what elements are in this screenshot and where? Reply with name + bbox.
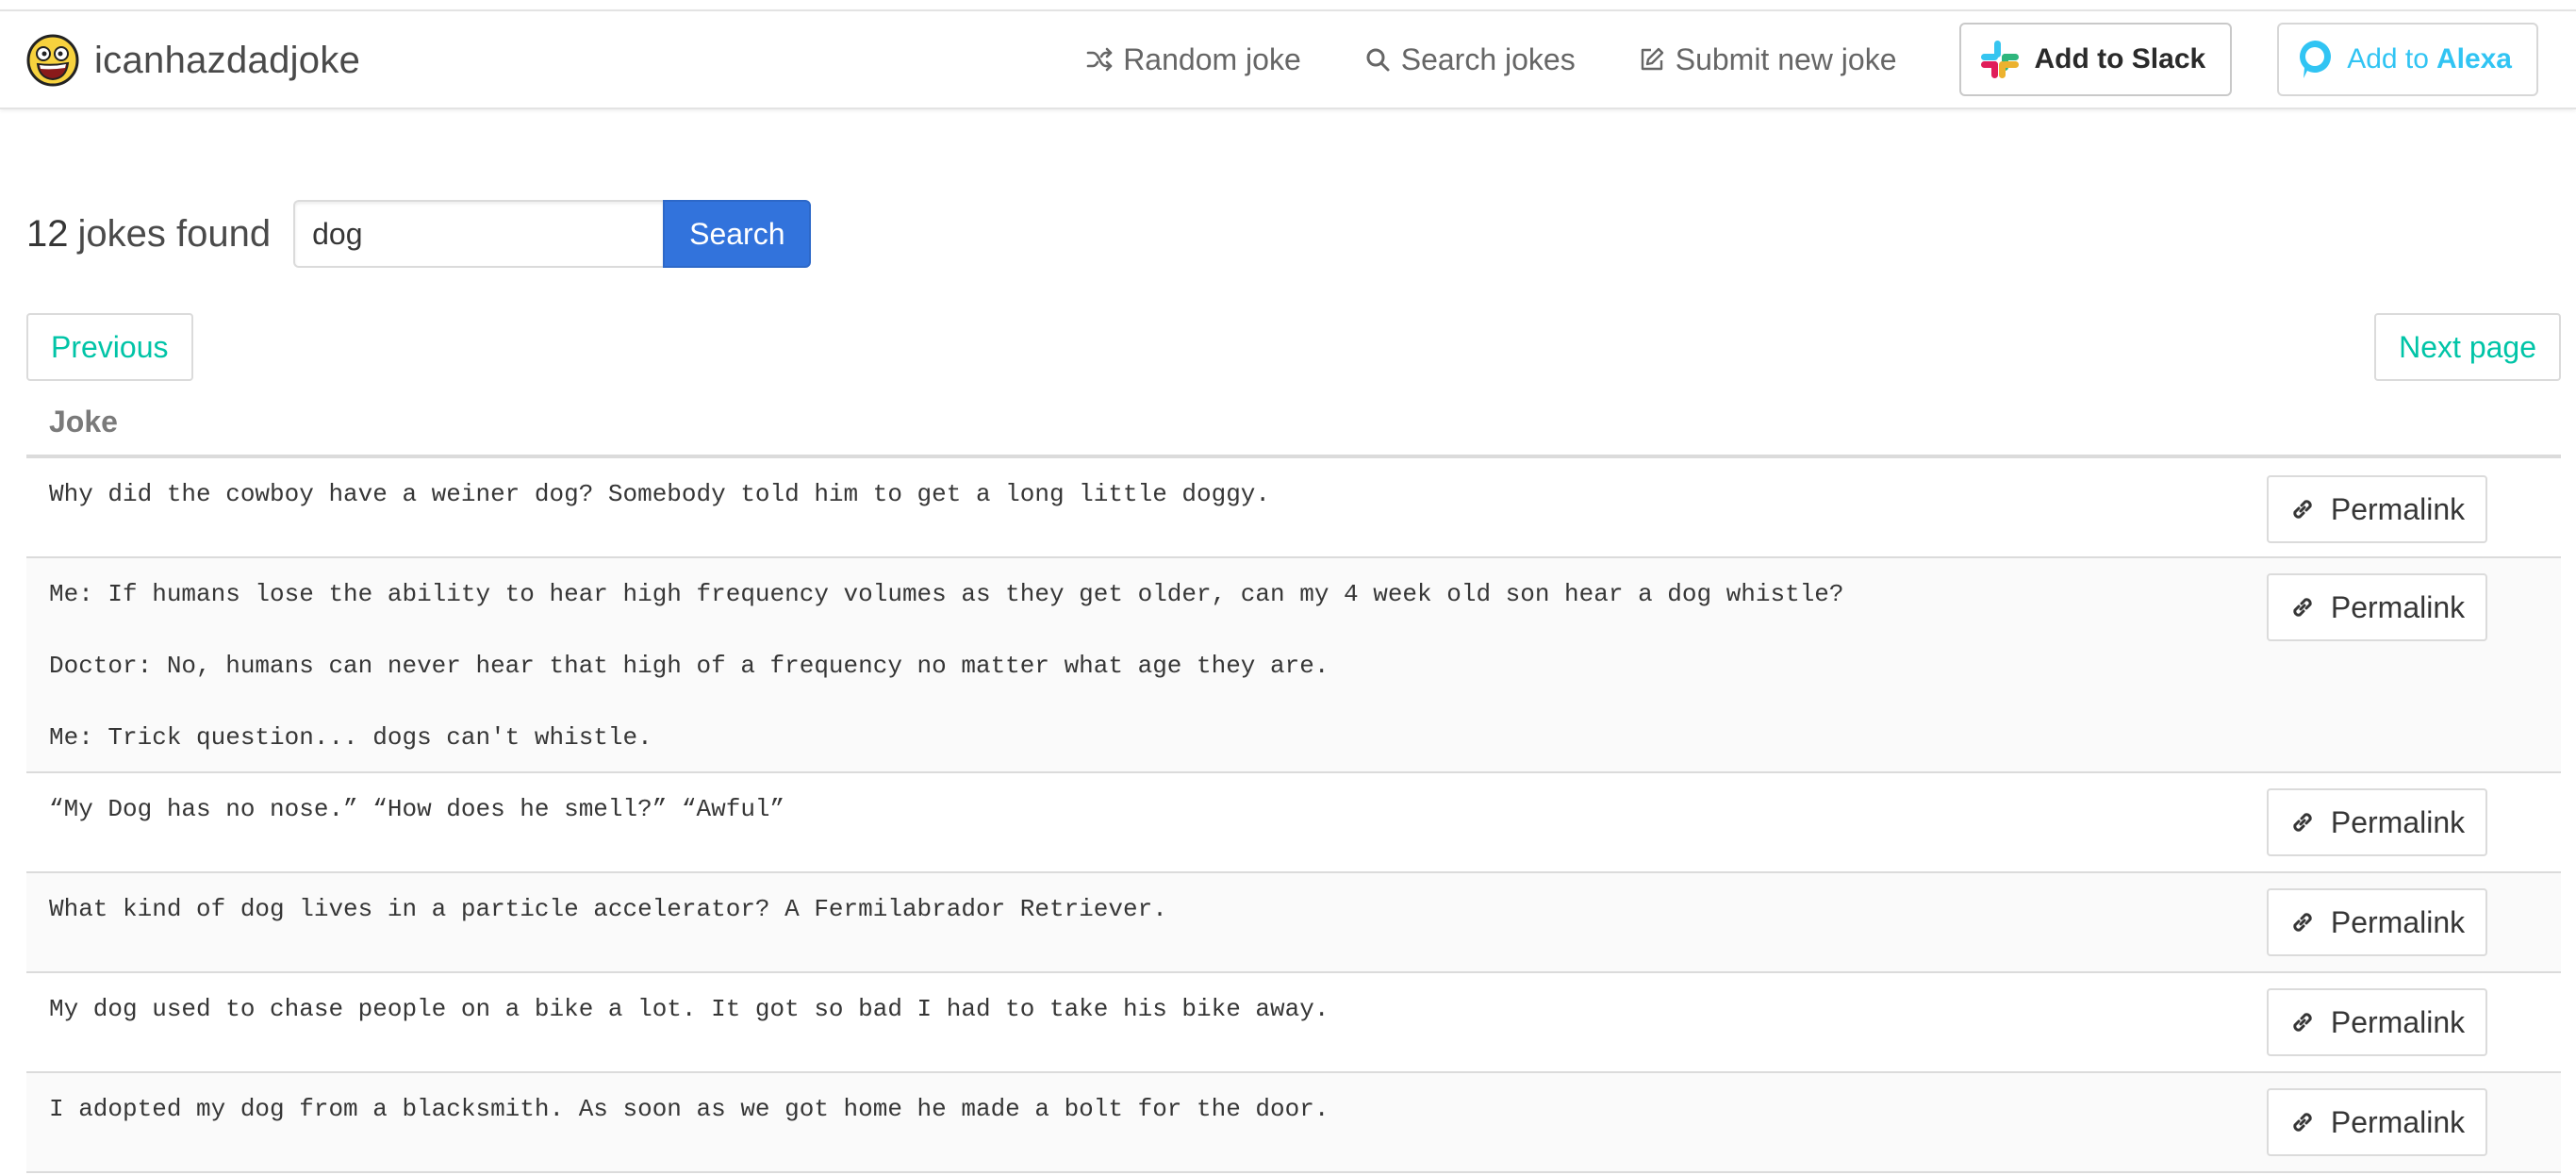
permalink-label: Permalink <box>2330 491 2466 526</box>
table-row: I adopted my dog from a blacksmith. As s… <box>26 1073 2561 1173</box>
permalink-label: Permalink <box>2330 1004 2466 1039</box>
nav-random-joke-label: Random joke <box>1123 41 1301 76</box>
permalink-button[interactable]: Permalink <box>2267 788 2487 856</box>
nav-search-jokes-link[interactable]: Search jokes <box>1363 42 1576 77</box>
table-row: Why did the cowboy have a weiner dog? So… <box>26 458 2561 558</box>
table-row: Me: If humans lose the ability to hear h… <box>26 558 2561 773</box>
jokes-table: Joke Why did the cowboy have a weiner do… <box>26 389 2561 1173</box>
nav-submit-joke-label: Submit new joke <box>1675 41 1897 76</box>
permalink-button[interactable]: Permalink <box>2267 1088 2487 1156</box>
joke-text: Me: If humans lose the ability to hear h… <box>49 580 1844 608</box>
brand-name: icanhazdadjoke <box>94 39 361 81</box>
next-page-button[interactable]: Next page <box>2374 313 2561 381</box>
nav-search-jokes-label: Search jokes <box>1400 41 1576 76</box>
brand-home-link[interactable]: icanhazdadjoke <box>26 32 360 89</box>
search-input[interactable] <box>293 200 664 268</box>
add-to-slack-button[interactable]: Add to Slack <box>1958 23 2233 96</box>
link-icon <box>2293 500 2312 519</box>
add-to-alexa-prefix: Add to <box>2347 43 2429 74</box>
joke-text: My dog used to chase people on a bike a … <box>49 995 1329 1023</box>
permalink-button[interactable]: Permalink <box>2267 573 2487 641</box>
search-row: 12 jokes found Search <box>26 200 812 268</box>
permalink-label: Permalink <box>2330 904 2466 939</box>
navbar: icanhazdadjoke Random joke Search jokes <box>0 9 2576 109</box>
permalink-button[interactable]: Permalink <box>2267 475 2487 543</box>
joke-text: Doctor: No, humans can never hear that h… <box>49 652 1329 680</box>
search-icon <box>1366 48 1390 72</box>
nav-submit-joke-link[interactable]: Submit new joke <box>1638 42 1897 77</box>
shuffle-icon <box>1086 47 1113 72</box>
alexa-logo-icon <box>2300 41 2332 78</box>
table-row: My dog used to chase people on a bike a … <box>26 973 2561 1073</box>
jokes-found-label: jokes found <box>77 212 272 255</box>
joke-text: “My Dog has no nose.” “How does he smell… <box>49 795 785 823</box>
table-header-joke: Joke <box>26 389 2561 458</box>
edit-icon <box>1641 47 1663 71</box>
add-to-slack-label: Add to Slack <box>2034 43 2206 74</box>
permalink-button[interactable]: Permalink <box>2267 888 2487 956</box>
table-row: “My Dog has no nose.” “How does he smell… <box>26 773 2561 873</box>
permalink-label: Permalink <box>2330 804 2466 839</box>
permalink-label: Permalink <box>2330 1104 2466 1139</box>
previous-page-button[interactable]: Previous <box>26 313 193 381</box>
joke-text: What kind of dog lives in a particle acc… <box>49 895 1167 923</box>
table-row: What kind of dog lives in a particle acc… <box>26 873 2561 973</box>
joke-text: I adopted my dog from a blacksmith. As s… <box>49 1095 1329 1123</box>
permalink-button[interactable]: Permalink <box>2267 988 2487 1056</box>
joke-text: Why did the cowboy have a weiner dog? So… <box>49 480 1271 508</box>
add-to-alexa-brand: Alexa <box>2436 43 2512 74</box>
joke-text: Me: Trick question... dogs can't whistle… <box>49 723 652 752</box>
nav-links: Random joke Search jokes Submit new joke <box>1085 11 2576 108</box>
nav-random-joke-link[interactable]: Random joke <box>1085 42 1301 77</box>
permalink-label: Permalink <box>2330 589 2466 624</box>
laughing-face-logo-icon <box>26 34 79 87</box>
link-icon <box>2293 598 2312 617</box>
jokes-found-count: 12 <box>26 212 69 255</box>
slack-logo-icon <box>1980 41 2019 78</box>
link-icon <box>2293 913 2312 932</box>
link-icon <box>2293 1013 2312 1032</box>
search-button[interactable]: Search <box>663 200 812 268</box>
link-icon <box>2293 813 2312 832</box>
link-icon <box>2293 1113 2312 1132</box>
add-to-alexa-button[interactable]: Add to Alexa <box>2277 23 2538 96</box>
